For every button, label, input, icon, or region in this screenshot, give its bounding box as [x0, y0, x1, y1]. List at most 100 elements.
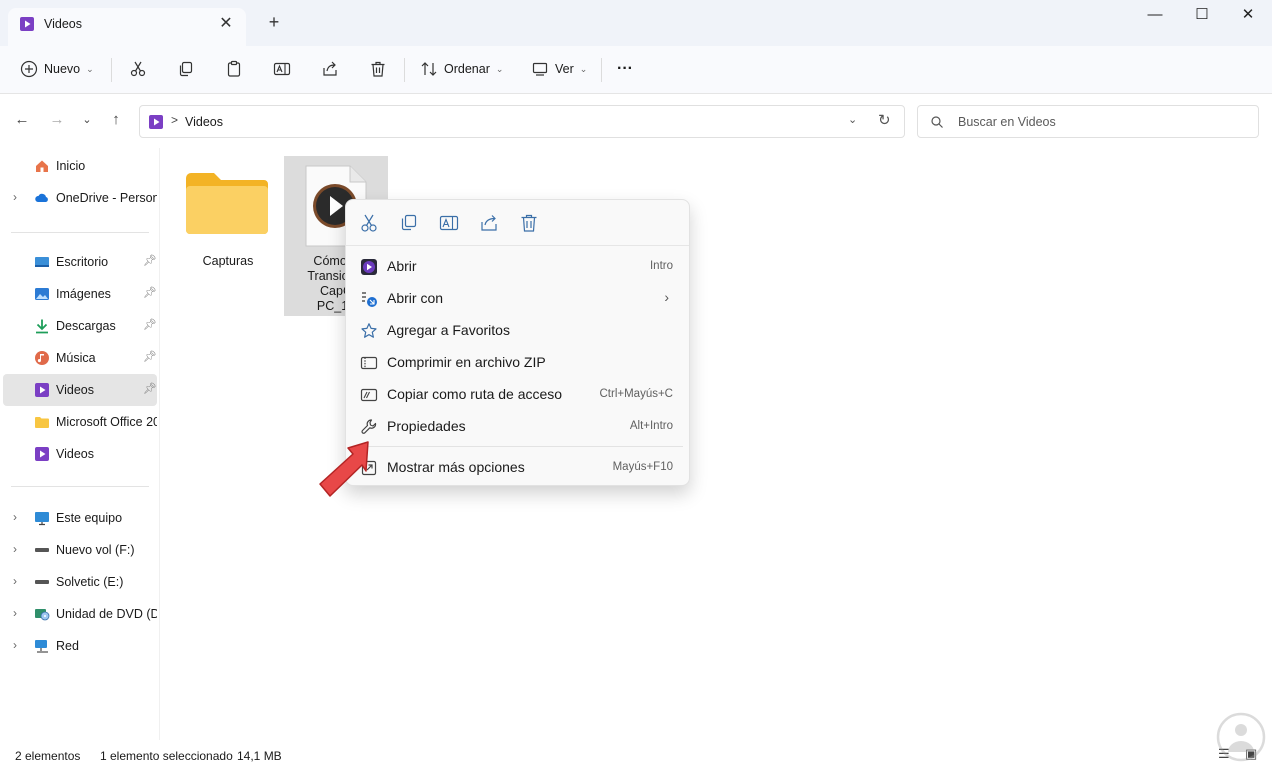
minimize-button[interactable]: — [1132, 4, 1178, 28]
selection-size: 14,1 MB [237, 749, 282, 763]
sidebar-item-musica[interactable]: Música 📌︎ [3, 342, 157, 374]
search-box[interactable]: Buscar en Videos [917, 105, 1259, 138]
pc-icon [35, 512, 49, 526]
download-icon [36, 319, 48, 334]
menu-item-open[interactable]: Abrir Intro [350, 250, 685, 282]
share-button[interactable] [321, 54, 339, 84]
expand-icon[interactable]: › [13, 574, 17, 588]
pin-icon: 📌︎ [143, 351, 157, 363]
sidebar-divider [11, 232, 149, 233]
sidebar-item-label: Videos [56, 383, 94, 397]
context-quick-actions [346, 200, 689, 246]
menu-item-open-with[interactable]: Abrir con › [350, 282, 685, 314]
desktop-icon [35, 257, 49, 267]
toolbar-divider [404, 58, 405, 82]
chevron-down-icon[interactable]: ⌄ [848, 113, 857, 126]
sidebar-item-videos[interactable]: Videos 📌︎ [3, 374, 157, 406]
play-app-icon [361, 259, 377, 275]
refresh-icon[interactable]: ↻ [878, 111, 891, 129]
sidebar-item-label: Este equipo [56, 511, 123, 525]
search-input[interactable]: Buscar en Videos [958, 115, 1056, 129]
menu-item-shortcut: Ctrl+Mayús+C [599, 388, 674, 400]
breadcrumb-separator[interactable]: > [171, 113, 178, 127]
sidebar-item-label: Música [56, 351, 96, 365]
sidebar-item-red[interactable]: › Red [3, 630, 157, 662]
menu-item-compress-zip[interactable]: Comprimir en archivo ZIP [350, 346, 685, 378]
rename-icon[interactable] [438, 212, 460, 234]
cut-icon[interactable] [358, 212, 380, 234]
videos-folder-icon [35, 383, 49, 397]
address-bar[interactable]: > Videos ⌄ ↻ [139, 105, 905, 138]
navigation-pane: Inicio › OneDrive - Persona Escritorio 📌… [0, 148, 160, 740]
menu-item-properties[interactable]: Propiedades Alt+Intro [350, 410, 685, 442]
chevron-down-icon: ⌄ [579, 63, 588, 74]
rename-button[interactable] [273, 54, 291, 84]
title-bar: Videos ✕ + — ☐ ✕ [0, 0, 1272, 46]
cut-button[interactable] [129, 54, 147, 84]
sidebar-item-label: Unidad de DVD (D:) [56, 607, 157, 621]
delete-icon[interactable] [518, 212, 540, 234]
drive-icon [35, 548, 49, 552]
sidebar-item-label: Solvetic (E:) [56, 575, 124, 589]
menu-item-add-favorites[interactable]: Agregar a Favoritos [350, 314, 685, 346]
sidebar-item-label: Imágenes [56, 287, 111, 301]
videos-folder-icon [20, 17, 34, 31]
delete-button[interactable] [369, 54, 387, 84]
expand-icon[interactable]: › [13, 542, 17, 556]
sidebar-item-este-equipo[interactable]: › Este equipo [3, 502, 157, 534]
sidebar-item-inicio[interactable]: Inicio [3, 150, 157, 182]
scissors-icon [130, 61, 146, 77]
sidebar-item-label: Inicio [56, 159, 86, 173]
sidebar-item-onedrive[interactable]: › OneDrive - Persona [3, 182, 157, 214]
toolbar-divider [601, 58, 602, 82]
up-button[interactable]: ↑ [106, 110, 126, 130]
sidebar-item-solvetic[interactable]: › Solvetic (E:) [3, 566, 157, 598]
sidebar-item-label: Nuevo vol (F:) [56, 543, 135, 557]
more-options-button[interactable]: ··· [617, 54, 633, 84]
paste-button[interactable] [225, 54, 243, 84]
cloud-icon [35, 193, 48, 202]
pictures-icon [35, 288, 49, 300]
zip-icon [360, 356, 378, 370]
sidebar-item-office[interactable]: Microsoft Office 20 [3, 406, 157, 438]
expand-icon[interactable]: › [13, 638, 17, 652]
sort-button[interactable]: Ordenar ⌄ [420, 54, 503, 84]
chevron-down-icon: ⌄ [495, 63, 504, 74]
copy-icon[interactable] [398, 212, 420, 234]
pin-icon: 📌︎ [143, 255, 157, 267]
back-button[interactable]: ← [12, 110, 32, 130]
maximize-button[interactable]: ☐ [1179, 4, 1225, 28]
menu-item-copy-path[interactable]: Copiar como ruta de acceso Ctrl+Mayús+C [350, 378, 685, 410]
tab-close-icon[interactable]: ✕ [216, 14, 236, 34]
view-button-label: Ver [555, 62, 574, 76]
sidebar-item-label: OneDrive - Persona [56, 191, 157, 205]
share-icon[interactable] [478, 212, 500, 234]
sidebar-item-label: Descargas [56, 319, 116, 333]
tab-title: Videos [44, 17, 82, 31]
close-button[interactable]: ✕ [1225, 4, 1271, 28]
videos-folder-icon [149, 115, 163, 129]
dvd-icon [35, 609, 50, 621]
rename-icon [273, 62, 291, 76]
sidebar-item-nuevo-vol[interactable]: › Nuevo vol (F:) [3, 534, 157, 566]
sidebar-item-escritorio[interactable]: Escritorio 📌︎ [3, 246, 157, 278]
recent-locations-button[interactable]: ⌄ [77, 110, 97, 130]
folder-item-capturas[interactable]: Capturas [176, 156, 280, 316]
tab-videos[interactable]: Videos ✕ [8, 8, 246, 46]
expand-icon[interactable]: › [13, 190, 17, 204]
menu-item-label: Copiar como ruta de acceso [387, 386, 563, 402]
folder-icon [35, 417, 49, 428]
breadcrumb-videos[interactable]: Videos [185, 115, 223, 129]
new-tab-button[interactable]: + [264, 12, 284, 32]
sidebar-item-videos-2[interactable]: Videos [3, 438, 157, 470]
forward-button[interactable]: → [47, 110, 67, 130]
sidebar-item-imagenes[interactable]: Imágenes 📌︎ [3, 278, 157, 310]
view-button[interactable]: Ver ⌄ [531, 54, 587, 84]
sidebar-item-descargas[interactable]: Descargas 📌︎ [3, 310, 157, 342]
expand-icon[interactable]: › [13, 510, 17, 524]
menu-item-show-more-options[interactable]: Mostrar más opciones Mayús+F10 [350, 451, 685, 483]
expand-icon[interactable]: › [13, 606, 17, 620]
sidebar-item-dvd[interactable]: › Unidad de DVD (D:) [3, 598, 157, 630]
new-button[interactable]: Nuevo ⌄ [20, 54, 94, 84]
copy-button[interactable] [177, 54, 195, 84]
